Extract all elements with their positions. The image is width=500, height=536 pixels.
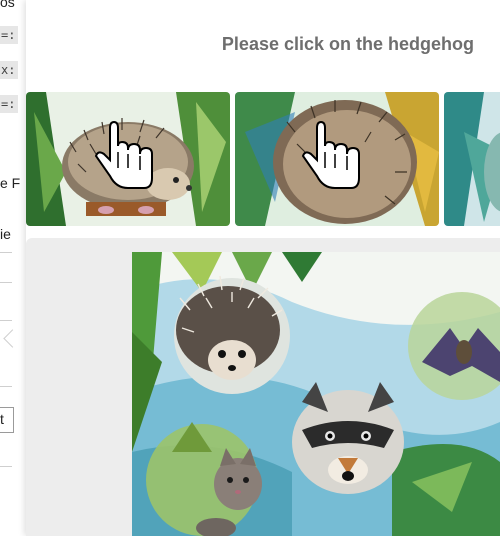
captcha-scene-image[interactable] [132, 252, 500, 536]
bg-text-fragment: ie [0, 226, 11, 242]
hedgehog-image [235, 92, 439, 226]
bg-text-fragment: t [0, 411, 4, 427]
thumbnail-strip [26, 92, 500, 226]
bg-divider [0, 466, 12, 467]
thumbnail-hedgehog-1[interactable] [26, 92, 230, 226]
thumbnail-partial[interactable] [444, 92, 500, 226]
hedgehog-image [26, 92, 230, 226]
captcha-prompt: Please click on the hedgehog [221, 34, 474, 54]
bg-text-fragment: e F [0, 175, 21, 191]
preview-frame [26, 238, 500, 536]
bg-divider [0, 282, 12, 283]
bg-divider [0, 386, 12, 387]
bg-divider [0, 252, 12, 253]
captcha-modal: Please click on the hedgehog [26, 0, 500, 536]
raccoon-figure [292, 382, 404, 494]
thumbnail-hedgehog-2[interactable] [235, 92, 439, 226]
bg-popover-arrow [3, 329, 22, 348]
background-page: os =: x: =: e F ie t [0, 0, 27, 536]
bg-text-fragment: os [0, 0, 15, 10]
scene-illustration [132, 252, 500, 536]
bg-code-fragment: x: [0, 61, 19, 79]
bg-divider [0, 320, 12, 321]
scene-image [444, 92, 500, 226]
bg-code-fragment: =: [0, 26, 19, 44]
bg-code-fragment: =: [0, 95, 19, 113]
